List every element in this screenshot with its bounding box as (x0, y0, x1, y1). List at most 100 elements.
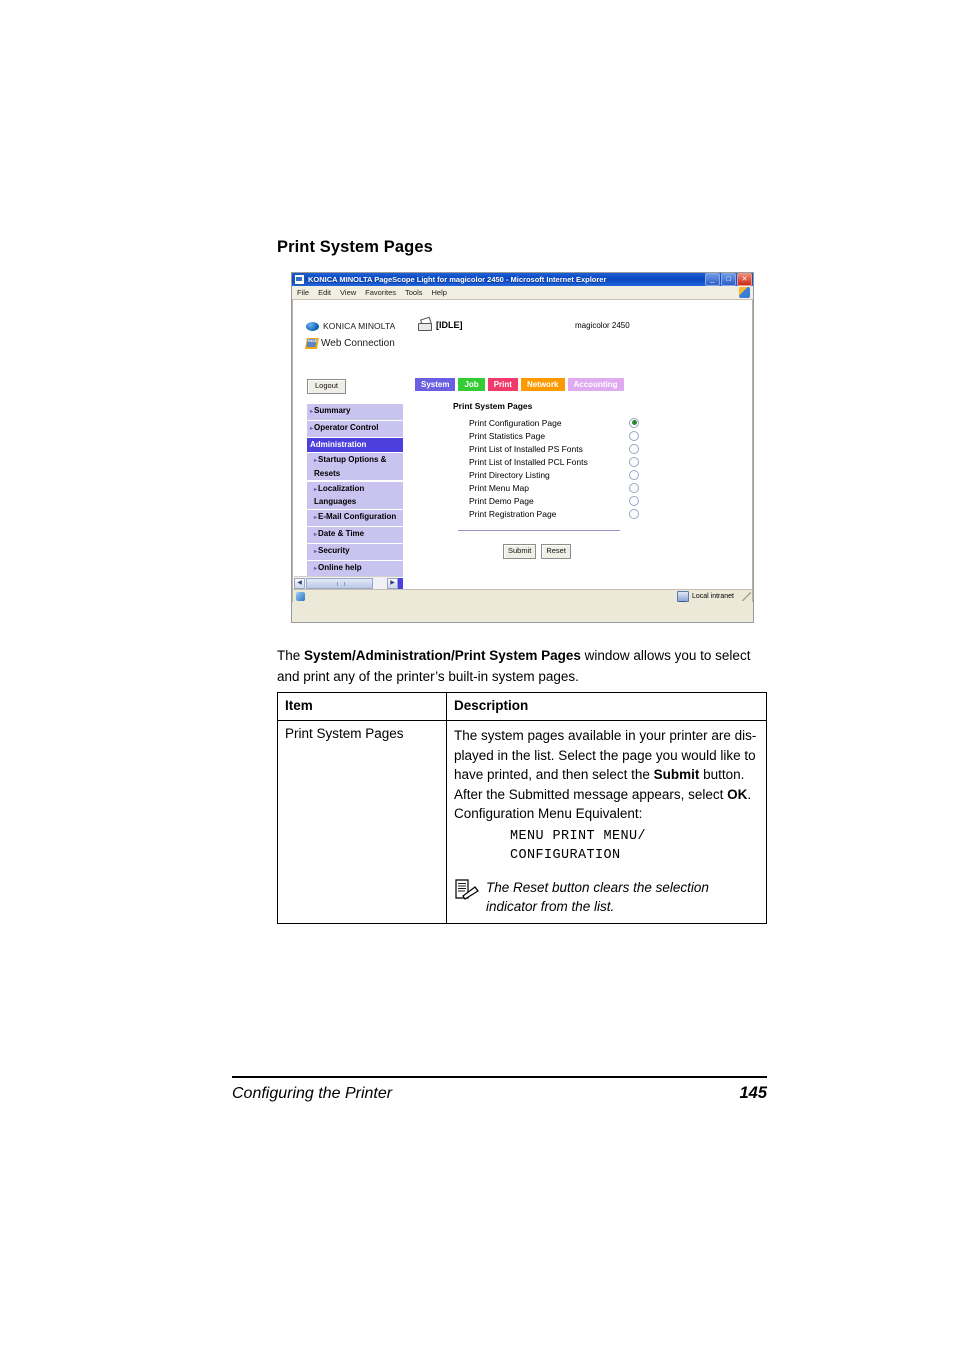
radio-print-configuration-page[interactable] (629, 417, 639, 428)
document-page: Print System Pages KONICA MINOLTA PageSc… (0, 0, 954, 1351)
chevron-right-icon: ▸ (314, 549, 318, 555)
tab-job[interactable]: Job (458, 378, 485, 391)
chevron-right-icon: ▸ (310, 409, 314, 415)
option-row[interactable]: Print Statistics Page (469, 429, 639, 442)
submit-button[interactable]: Submit (503, 544, 537, 559)
sidebar-item-label: Operator Control (314, 423, 379, 432)
option-label: Print List of Installed PCL Fonts (469, 456, 588, 467)
radio-print-demo-page[interactable] (629, 495, 639, 506)
sidebar-item-label: Startup Options & Resets (314, 455, 387, 478)
menu-item-help[interactable]: Help (432, 288, 447, 297)
sidebar-item-summary[interactable]: ▸Summary (307, 404, 403, 420)
option-row[interactable]: Print Configuration Page (469, 416, 639, 429)
pagescope-icon: PAGE (305, 338, 319, 349)
tab-network[interactable]: Network (520, 378, 565, 391)
sidebar-item-security[interactable]: ▸Security (307, 544, 403, 560)
sidebar-item-administration[interactable]: Administration (307, 438, 403, 452)
menu-item-view[interactable]: View (340, 288, 356, 297)
maximize-glyph: □ (726, 276, 731, 283)
radio-print-pcl-fonts[interactable] (629, 456, 639, 467)
menu-item-favorites[interactable]: Favorites (365, 288, 396, 297)
radio-print-statistics-page[interactable] (629, 430, 639, 441)
konica-minolta-globe-icon (306, 321, 319, 331)
radio-print-menu-map[interactable] (629, 482, 639, 493)
chevron-right-icon: ▸ (314, 486, 318, 493)
menu-item-edit[interactable]: Edit (318, 288, 331, 297)
option-label: Print Configuration Page (469, 417, 562, 428)
sidebar-item-label: Summary (314, 406, 351, 415)
browser-statusbar: Local intranet (293, 589, 752, 602)
table-header-row: Item Description (277, 692, 767, 721)
zone-label: Local intranet (691, 592, 734, 600)
footer-page-number: 145 (739, 1084, 767, 1102)
mono-line: CONFIGURATION (510, 847, 621, 863)
close-glyph: ✕ (741, 276, 748, 283)
ie-brand-icon (739, 287, 750, 298)
option-row[interactable]: Print Directory Listing (469, 468, 639, 481)
close-button[interactable]: ✕ (737, 273, 752, 286)
option-label: Print Menu Map (469, 482, 529, 493)
scrollbar-thumb[interactable] (306, 577, 373, 589)
option-row[interactable]: Print Demo Page (469, 494, 639, 507)
printer-icon (417, 316, 432, 331)
desc-bold-ok: OK (727, 786, 748, 802)
paragraph-bold: System/Administration/Print System Pages (304, 648, 581, 663)
browser-menubar: File Edit View Favorites Tools Help (292, 286, 753, 300)
sidebar-item-online-help[interactable]: ▸Online help (307, 561, 403, 577)
menu-item-tools[interactable]: Tools (405, 288, 423, 297)
window-controls: _ □ ✕ (705, 273, 752, 286)
note-text: The Reset button clears the selection in… (486, 879, 709, 915)
radio-print-directory-listing[interactable] (629, 469, 639, 480)
browser-viewport: KONICA MINOLTA PAGE Web Connection [IDLE… (292, 300, 753, 602)
sidebar-item-localization-languages[interactable]: ▸Localization Languages (307, 481, 403, 509)
option-row[interactable]: Print Registration Page (469, 507, 639, 520)
option-row[interactable]: Print List of Installed PS Fonts (469, 442, 639, 455)
page-icon (296, 591, 305, 601)
pagescope-brand: PAGE Web Connection (305, 338, 395, 349)
desc-bold-submit: Submit (653, 767, 700, 782)
tab-print[interactable]: Print (487, 378, 518, 391)
minimize-button[interactable]: _ (705, 273, 720, 286)
resize-grip-icon[interactable] (742, 591, 751, 601)
footer-chapter: Configuring the Printer (232, 1085, 393, 1102)
horizontal-scrollbar[interactable]: ◀ ▶ (294, 576, 398, 589)
option-label: Print Statistics Page (469, 430, 546, 441)
sidebar-item-operator-control[interactable]: ▸Operator Control (307, 421, 403, 437)
reset-button[interactable]: Reset (541, 544, 571, 559)
sidebar-item-label: Administration (310, 440, 367, 449)
radio-print-registration-page[interactable] (629, 508, 639, 519)
chevron-right-icon: ▸ (310, 426, 314, 432)
printer-status: [IDLE] (417, 316, 463, 331)
sidebar-nav: ▸Summary ▸Operator Control Administratio… (307, 404, 403, 602)
page-footer: Configuring the Printer 145 (232, 1084, 767, 1103)
option-label: Print Demo Page (469, 495, 534, 506)
scroll-right-arrow-icon[interactable]: ▶ (387, 577, 398, 589)
sidebar-item-startup-options-resets[interactable]: ▸Startup Options & Resets (307, 453, 403, 480)
menu-item-file[interactable]: File (297, 288, 309, 297)
tab-accounting[interactable]: Accounting (567, 378, 624, 391)
sidebar-item-label: Localization Languages (314, 483, 365, 507)
ie-document-icon (294, 274, 305, 285)
column-header-description: Description (446, 692, 767, 721)
chevron-right-icon: ▸ (314, 532, 318, 538)
chevron-right-icon: ▸ (314, 566, 318, 572)
maximize-button[interactable]: □ (721, 273, 736, 286)
form-divider (458, 530, 620, 531)
sidebar-item-email-configuration[interactable]: ▸E-Mail Configuration (307, 510, 403, 526)
option-label: Print List of Installed PS Fonts (469, 443, 583, 454)
option-row[interactable]: Print List of Installed PCL Fonts (469, 455, 639, 468)
tab-system[interactable]: System (415, 378, 456, 391)
konica-minolta-brand: KONICA MINOLTA (306, 321, 395, 331)
printer-model-label: magicolor 2450 (575, 321, 630, 330)
option-row[interactable]: Print Menu Map (469, 481, 639, 494)
column-header-item: Item (277, 692, 447, 721)
pagescope-icon-label: PAGE (307, 339, 318, 343)
table-row: Print System Pages The system pages avai… (277, 720, 767, 924)
radio-print-ps-fonts[interactable] (629, 443, 639, 454)
security-zone: Local intranet (676, 590, 734, 602)
sidebar-item-label: Security (318, 546, 350, 555)
sidebar-item-date-time[interactable]: ▸Date & Time (307, 527, 403, 543)
scroll-left-arrow-icon[interactable]: ◀ (294, 577, 305, 589)
minimize-glyph: _ (710, 276, 715, 283)
logout-button[interactable]: Logout (307, 379, 346, 394)
